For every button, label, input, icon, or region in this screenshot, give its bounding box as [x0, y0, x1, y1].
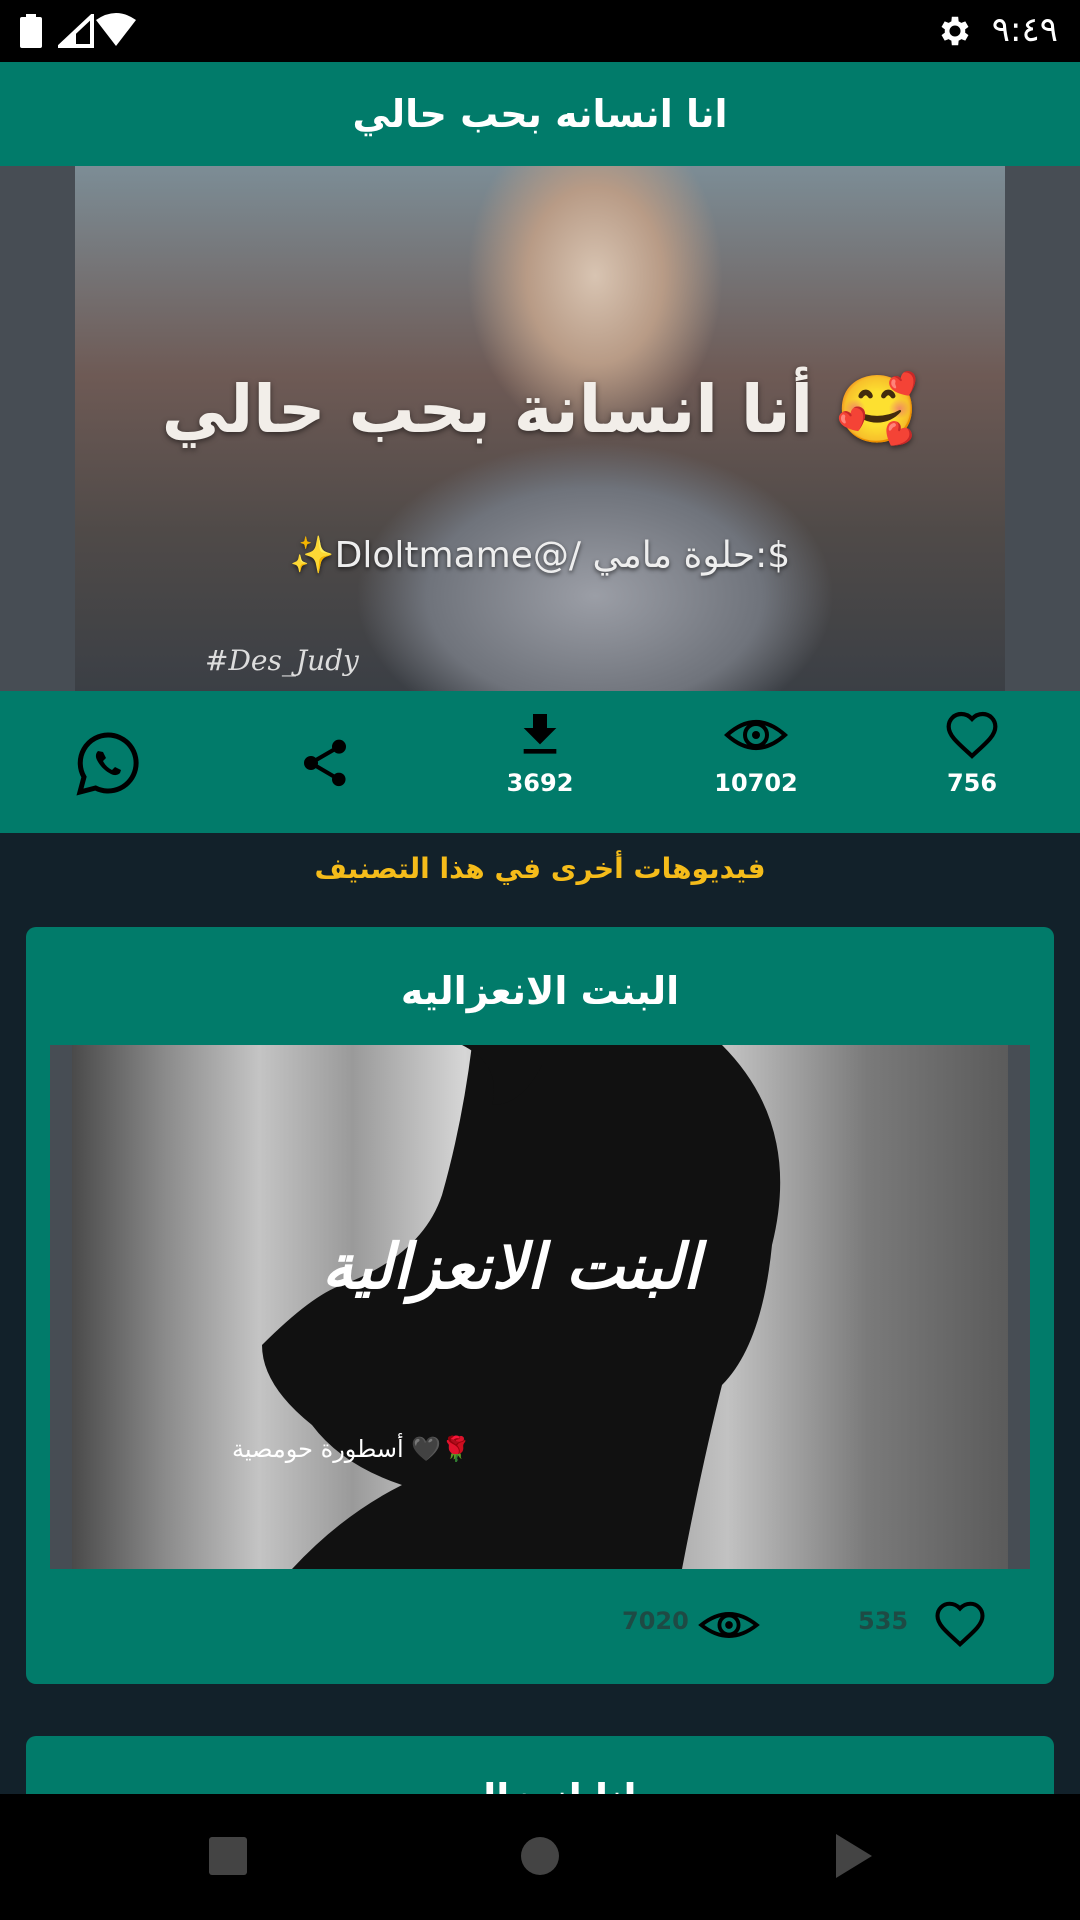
- gear-icon: [941, 16, 969, 46]
- thumbnail-title: البنت الانعزالية: [322, 1230, 701, 1303]
- download-icon: [523, 714, 557, 754]
- home-icon[interactable]: [510, 1826, 570, 1886]
- wifi-icon: [96, 13, 136, 46]
- thumbnail-image: البنت الانعزالية أسطورة حومصية 🖤🌹: [72, 1045, 1008, 1569]
- toolbar: انا انسانه بحب حالي: [0, 62, 1080, 166]
- whatsapp-share-button[interactable]: [38, 691, 178, 833]
- video-overlay-credit: ✨Dloltmame@/ حلوة مامي:$: [289, 535, 791, 576]
- video-thumbnail[interactable]: البنت الانعزالية أسطورة حومصية 🖤🌹: [50, 1045, 1030, 1569]
- clock-text: ٩:٤٩: [991, 10, 1058, 50]
- eye-icon: [724, 720, 788, 750]
- section-heading: فيديوهات أخرى في هذا التصنيف: [314, 851, 766, 885]
- download-button[interactable]: 3692: [470, 691, 610, 833]
- download-count: 3692: [506, 769, 574, 797]
- screen: ٩:٤٩ انا انسانه بحب حالي أنا انسانة بحب …: [0, 0, 1080, 1920]
- video-card[interactable]: البنت الانعزاليه البنت الانعزالية أسطورة…: [26, 927, 1054, 1684]
- card-stats: 7020 535: [26, 1569, 1054, 1684]
- page-title: انا انسانه بحب حالي: [352, 92, 728, 136]
- eye-icon: [698, 1612, 760, 1638]
- share-icon: [304, 739, 346, 787]
- card-views-count: 7020: [622, 1607, 689, 1635]
- silhouette-image: [262, 1045, 781, 1569]
- views-indicator: 10702: [686, 691, 826, 833]
- video-player[interactable]: أنا انسانة بحب حالي 🥰 ✨Dloltmame@/ حلوة …: [0, 166, 1080, 691]
- navigation-bar: [0, 1794, 1080, 1920]
- card-title: البنت الانعزاليه: [400, 969, 680, 1013]
- share-button[interactable]: [255, 691, 395, 833]
- status-bar: ٩:٤٩: [0, 0, 1080, 62]
- heart-icon[interactable]: [932, 1597, 988, 1651]
- battery-icon: [20, 14, 42, 48]
- thumbnail-subtitle: أسطورة حومصية 🖤🌹: [232, 1435, 472, 1463]
- like-button[interactable]: 756: [902, 691, 1042, 833]
- video-overlay-title: أنا انسانة بحب حالي 🥰: [161, 371, 919, 448]
- video-overlay-tag: #Des_Judy: [205, 644, 359, 677]
- heart-icon: [946, 711, 998, 759]
- views-count: 10702: [714, 769, 798, 797]
- recents-icon[interactable]: [198, 1826, 258, 1886]
- action-bar: 3692 10702 756: [0, 691, 1080, 833]
- card-likes-count: 535: [858, 1607, 909, 1635]
- whatsapp-icon: [76, 732, 139, 796]
- likes-count: 756: [946, 769, 998, 797]
- signal-icon: [58, 14, 94, 48]
- video-frame[interactable]: أنا انسانة بحب حالي 🥰 ✨Dloltmame@/ حلوة …: [75, 166, 1005, 691]
- back-icon[interactable]: [822, 1826, 882, 1886]
